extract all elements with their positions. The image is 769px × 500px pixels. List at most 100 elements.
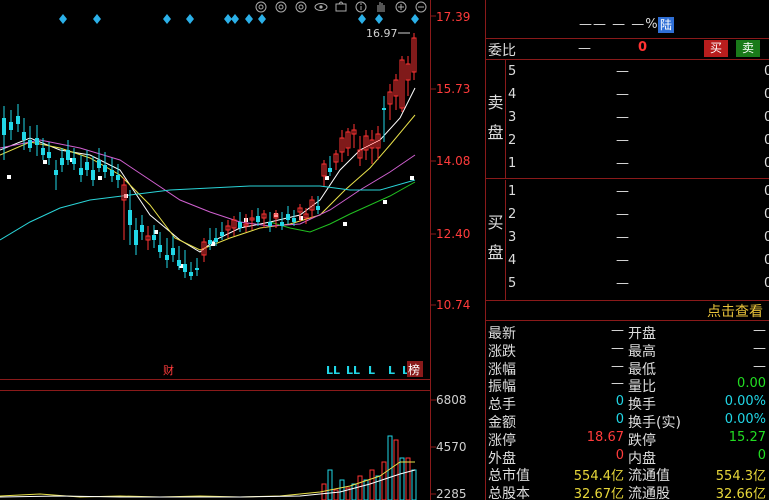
candle[interactable] bbox=[189, 262, 193, 280]
info-icon[interactable] bbox=[355, 1, 367, 13]
refresh-icon[interactable] bbox=[255, 1, 267, 13]
event-diamond[interactable] bbox=[93, 14, 101, 24]
event-diamond[interactable] bbox=[163, 14, 171, 24]
candle[interactable] bbox=[35, 125, 39, 156]
candle[interactable] bbox=[351, 124, 357, 148]
candle[interactable] bbox=[387, 84, 393, 120]
candle[interactable] bbox=[116, 164, 120, 188]
chart-toolbar[interactable] bbox=[255, 1, 427, 13]
buy-button[interactable]: 买 bbox=[704, 40, 728, 57]
candle[interactable] bbox=[171, 236, 175, 262]
candle[interactable] bbox=[183, 250, 187, 278]
candle[interactable] bbox=[328, 156, 332, 176]
candle[interactable] bbox=[128, 190, 132, 245]
candle[interactable] bbox=[2, 106, 6, 160]
bag-icon[interactable] bbox=[335, 1, 347, 12]
event-diamond[interactable] bbox=[411, 14, 419, 24]
candle[interactable] bbox=[268, 212, 272, 232]
candle[interactable] bbox=[393, 74, 399, 110]
stat-value: 32.67亿 bbox=[573, 487, 624, 500]
candle[interactable] bbox=[411, 33, 417, 80]
view-more-link[interactable]: 点击查看 bbox=[707, 301, 763, 321]
candle[interactable] bbox=[399, 56, 405, 112]
l-marker[interactable]: L bbox=[368, 364, 375, 377]
event-diamond[interactable] bbox=[224, 14, 232, 24]
candle[interactable] bbox=[165, 238, 169, 268]
volume-bars bbox=[0, 435, 417, 500]
candle[interactable] bbox=[321, 160, 327, 186]
candle[interactable] bbox=[152, 225, 156, 248]
candle[interactable] bbox=[375, 126, 381, 160]
l-marker[interactable]: L bbox=[388, 364, 395, 377]
candle[interactable] bbox=[256, 208, 260, 226]
event-diamond[interactable] bbox=[358, 14, 366, 24]
candle[interactable] bbox=[249, 210, 255, 230]
eye-icon[interactable] bbox=[314, 3, 328, 11]
candle[interactable] bbox=[134, 218, 138, 255]
volume-bar bbox=[321, 483, 327, 500]
sell-book-level[interactable]: 4 — 0 bbox=[506, 84, 769, 106]
candle[interactable] bbox=[121, 178, 127, 240]
candle[interactable] bbox=[363, 130, 369, 160]
event-diamond[interactable] bbox=[231, 14, 239, 24]
candle[interactable] bbox=[225, 220, 231, 238]
candle[interactable] bbox=[60, 148, 64, 172]
candle[interactable] bbox=[158, 232, 162, 258]
candle[interactable] bbox=[316, 196, 320, 214]
candle[interactable] bbox=[66, 140, 70, 165]
candle[interactable] bbox=[345, 128, 351, 156]
candle[interactable] bbox=[145, 226, 151, 250]
candle[interactable] bbox=[286, 206, 290, 224]
financial-report-marker[interactable]: 财 bbox=[163, 363, 174, 377]
candle[interactable] bbox=[280, 212, 284, 230]
gear-icon-2[interactable] bbox=[295, 1, 307, 13]
candle[interactable] bbox=[140, 215, 144, 240]
hk-connect-badge[interactable]: 陆 bbox=[658, 17, 674, 33]
candle[interactable] bbox=[110, 158, 114, 182]
event-diamond[interactable] bbox=[59, 14, 67, 24]
candle[interactable] bbox=[9, 110, 13, 140]
dragon-tiger-marker[interactable]: 榜 bbox=[408, 362, 420, 377]
stat-value: — bbox=[753, 340, 766, 356]
level-price: — bbox=[616, 184, 629, 199]
sell-button[interactable]: 卖 bbox=[736, 40, 760, 57]
candle[interactable] bbox=[405, 56, 411, 96]
candle[interactable] bbox=[97, 148, 101, 172]
candle[interactable] bbox=[339, 130, 345, 162]
candle[interactable] bbox=[231, 216, 237, 236]
l-marker[interactable]: LL bbox=[326, 364, 340, 377]
buy-book-level[interactable]: 2 — 0 bbox=[506, 204, 769, 226]
buy-book-level[interactable]: 1 — 0 bbox=[506, 181, 769, 203]
sell-book-level[interactable]: 3 — 0 bbox=[506, 107, 769, 129]
sell-order-book: 卖盘 5 — 0 4 — 0 3 — 0 2 — 0 1 — 0 bbox=[486, 60, 769, 179]
level-quantity: 0 bbox=[764, 64, 769, 79]
event-diamond[interactable] bbox=[375, 14, 383, 24]
event-diamond[interactable] bbox=[258, 14, 266, 24]
candle[interactable] bbox=[382, 96, 386, 142]
gear-icon[interactable] bbox=[275, 1, 287, 13]
candle[interactable] bbox=[79, 155, 83, 182]
candle[interactable] bbox=[369, 130, 375, 164]
event-diamond[interactable] bbox=[245, 14, 253, 24]
buy-book-level[interactable]: 3 — 0 bbox=[506, 227, 769, 249]
buy-book-level[interactable]: 5 — 0 bbox=[506, 273, 769, 295]
candle[interactable] bbox=[54, 160, 58, 190]
candle[interactable] bbox=[72, 148, 76, 170]
sell-book-level[interactable]: 2 — 0 bbox=[506, 130, 769, 152]
candle[interactable] bbox=[195, 258, 199, 276]
event-diamond[interactable] bbox=[186, 14, 194, 24]
kline-chart[interactable]: 17.39 15.73 14.08 12.40 10.74 6808 4570 … bbox=[0, 0, 485, 500]
l-marker[interactable]: LL bbox=[346, 364, 360, 377]
sell-book-level[interactable]: 1 — 0 bbox=[506, 153, 769, 175]
minus-icon[interactable] bbox=[415, 1, 427, 13]
stat-value: 0.00 bbox=[737, 376, 766, 392]
kline-chart-pane[interactable]: 17.39 15.73 14.08 12.40 10.74 6808 4570 … bbox=[0, 0, 485, 500]
hand-icon[interactable] bbox=[377, 2, 385, 12]
candle[interactable] bbox=[333, 150, 339, 170]
plus-icon[interactable] bbox=[395, 1, 407, 13]
candle[interactable] bbox=[16, 104, 20, 132]
buy-book-level[interactable]: 4 — 0 bbox=[506, 250, 769, 272]
event-diamond-markers[interactable] bbox=[59, 14, 419, 24]
ma-marker bbox=[98, 176, 102, 180]
sell-book-level[interactable]: 5 — 0 bbox=[506, 61, 769, 83]
